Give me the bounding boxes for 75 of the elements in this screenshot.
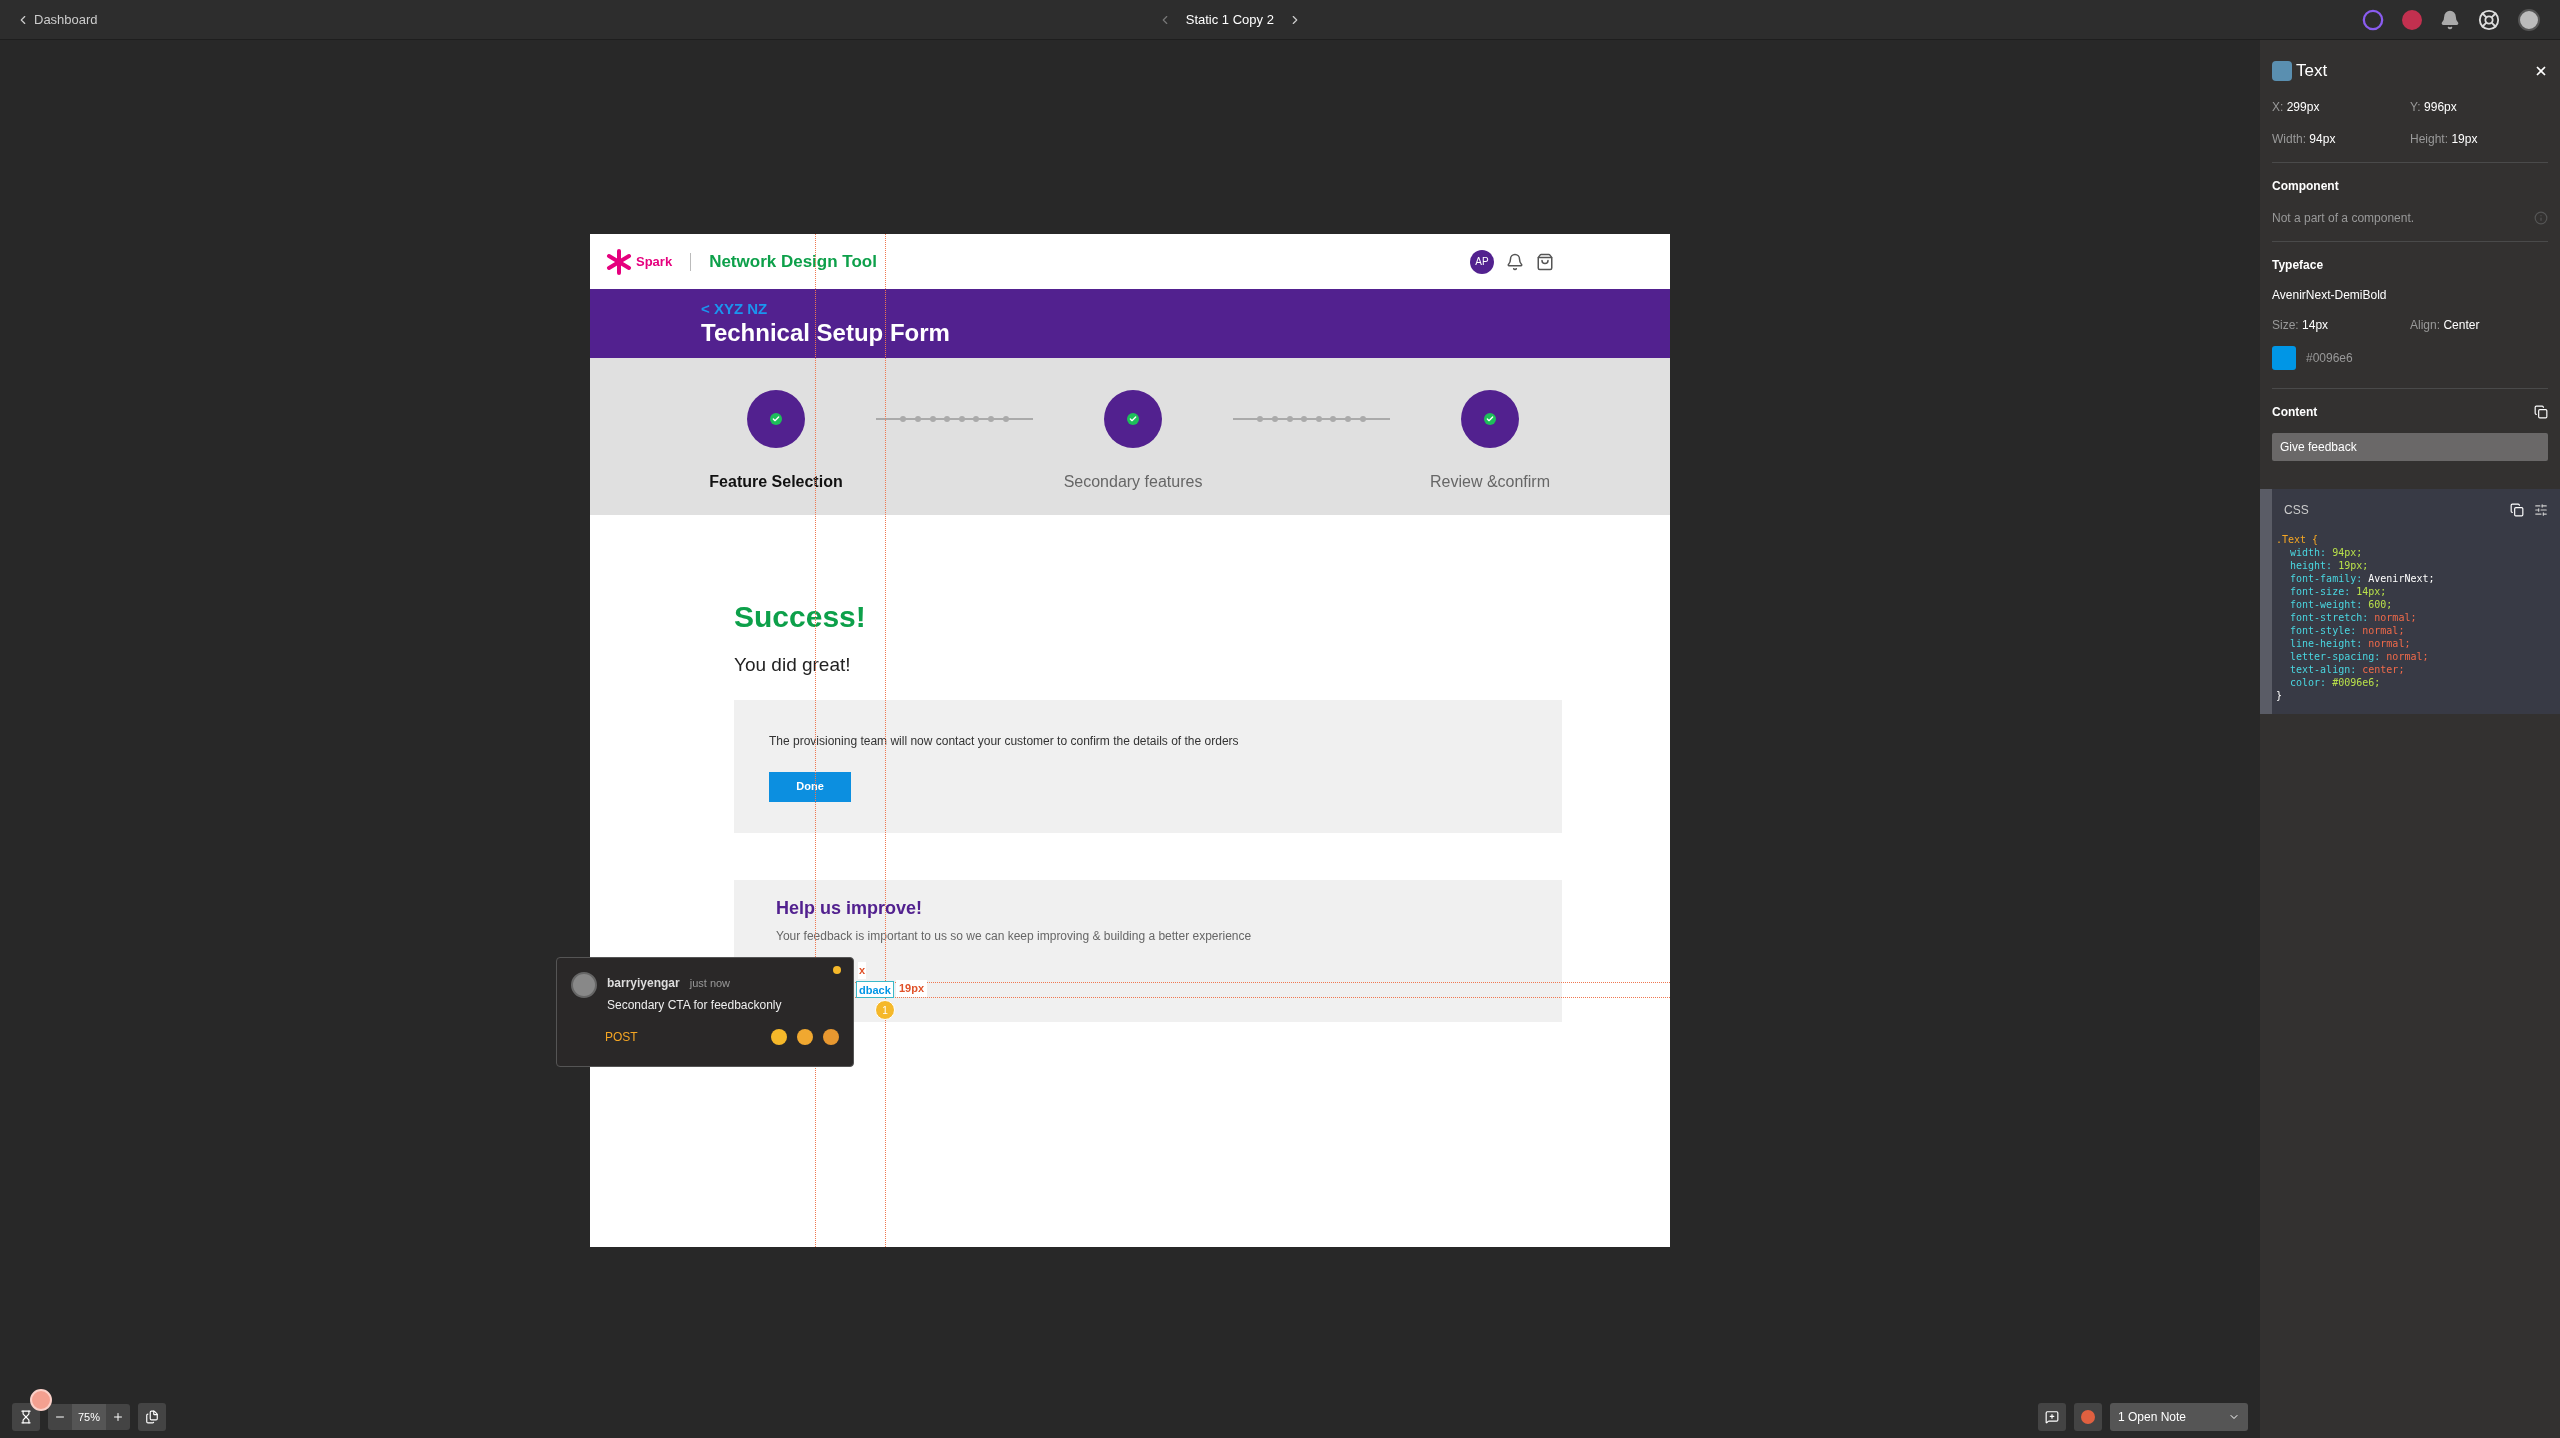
- css-heading: CSS: [2284, 501, 2309, 519]
- app-title: Network Design Tool: [709, 250, 877, 273]
- color-value: #0096e6: [2306, 349, 2353, 367]
- notification-badge-icon: [30, 1389, 52, 1411]
- check-icon: [770, 413, 782, 425]
- code-line: font-style: normal;: [2289, 623, 2406, 637]
- feedback-text: Your feedback is important to us so we can keep improving & building a better experience: [776, 928, 1253, 944]
- notes-dropdown[interactable]: 1 Open Note: [2110, 1403, 2248, 1431]
- check-icon: [1127, 413, 1139, 425]
- component-heading: Component: [2272, 177, 2340, 195]
- avatar-icon[interactable]: [2518, 8, 2540, 31]
- comment-author: barryiyengar: [607, 975, 680, 992]
- status-ring-icon[interactable]: [2362, 8, 2384, 31]
- done-button[interactable]: Done: [769, 771, 851, 802]
- commenter-avatar: [571, 972, 597, 998]
- comment-time: just now: [689, 976, 731, 991]
- code-line: font-size: 14px;: [2289, 584, 2388, 598]
- code-line: letter-spacing: normal;: [2289, 649, 2430, 663]
- step-label[interactable]: Secondary features: [1063, 470, 1203, 494]
- step-label[interactable]: Review &confirm: [1430, 470, 1550, 494]
- bell-icon[interactable]: [1506, 252, 1524, 271]
- component-text: Not a part of a component.: [2272, 209, 2415, 227]
- success-title: Success!: [734, 599, 867, 635]
- comment-text: Secondary CTA for feedbackonly: [607, 997, 782, 1014]
- pages-icon: [145, 1410, 160, 1424]
- add-note-icon: [2045, 1410, 2059, 1424]
- add-note-button[interactable]: [2038, 1403, 2066, 1431]
- star-logo-icon: [606, 248, 632, 275]
- code-line: text-align: center;: [2289, 662, 2406, 676]
- typeface-heading: Typeface: [2272, 256, 2325, 274]
- plus-icon: [112, 1411, 125, 1423]
- measure-label: x: [858, 962, 867, 979]
- notification-icon[interactable]: [2440, 9, 2460, 30]
- code-line: font-family: AvenirNext;: [2289, 571, 2436, 585]
- breadcrumb-link[interactable]: < XYZ NZ: [701, 299, 1670, 318]
- step-label[interactable]: Feature Selection: [709, 470, 843, 494]
- copy-icon[interactable]: [2534, 404, 2548, 419]
- inspector-title: Text: [2296, 60, 2328, 82]
- hourglass-button[interactable]: [12, 1403, 40, 1431]
- post-button[interactable]: POST: [605, 1028, 638, 1046]
- code-line: .Text {: [2276, 532, 2320, 546]
- hourglass-icon: [19, 1410, 33, 1424]
- align-field: Align: Center: [2410, 315, 2548, 334]
- dashboard-link[interactable]: Dashboard: [16, 9, 98, 30]
- zoom-level: 75%: [72, 1404, 107, 1430]
- code-line: }: [2276, 688, 2284, 702]
- content-field[interactable]: Give feedback: [2272, 432, 2548, 461]
- feedback-title: Help us improve!: [776, 897, 924, 920]
- y-field: Y: 996px: [2410, 97, 2548, 116]
- size-field: Size: 14px: [2272, 315, 2410, 334]
- code-line: font-weight: 600;: [2289, 597, 2394, 611]
- color-swatch[interactable]: [2272, 345, 2296, 370]
- bag-icon[interactable]: [1536, 252, 1554, 271]
- font-name: AvenirNext-DemiBold: [2272, 286, 2388, 304]
- brand-name: Spark: [636, 252, 673, 271]
- copy-css-icon[interactable]: [2510, 502, 2524, 517]
- content-heading: Content: [2272, 403, 2318, 421]
- success-subtitle: You did great!: [734, 653, 852, 677]
- code-line: color: #0096e6;: [2289, 675, 2382, 689]
- user-avatar[interactable]: AP: [1470, 249, 1494, 274]
- code-line: line-height: normal;: [2289, 636, 2412, 650]
- width-field: Width: 94px: [2272, 129, 2410, 148]
- code-line: height: 19px;: [2289, 558, 2370, 572]
- screen-title: Static 1 Copy 2: [1185, 10, 1274, 29]
- settings-icon[interactable]: [2534, 502, 2548, 517]
- feedback-link[interactable]: dback: [856, 981, 894, 998]
- pages-button[interactable]: [138, 1403, 167, 1431]
- check-icon: [1484, 413, 1496, 425]
- page-title: Technical Setup Form: [701, 317, 951, 348]
- help-icon[interactable]: [2478, 8, 2500, 31]
- height-label: 19px: [896, 980, 928, 997]
- height-field: Height: 19px: [2410, 129, 2548, 148]
- code-line: width: 94px;: [2289, 545, 2364, 559]
- code-line: font-stretch: normal;: [2289, 610, 2418, 624]
- x-field: X: 299px: [2272, 97, 2410, 116]
